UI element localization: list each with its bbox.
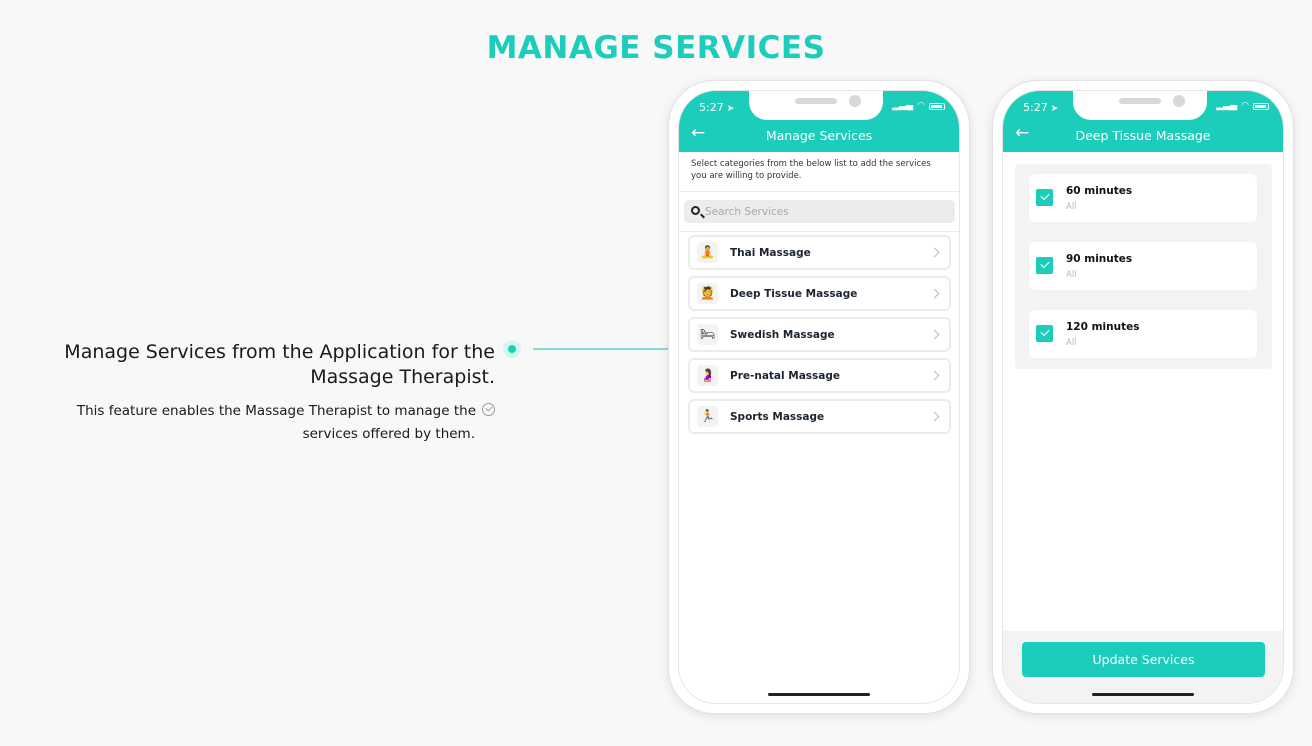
sports-massage-icon: 🏃 [697,406,718,427]
home-indicator [1092,693,1194,696]
page-title: MANAGE SERVICES [486,30,826,66]
services-list: 🧘 Thai Massage 💆 Deep Tissue Massage 🛏 S… [688,235,951,440]
phone-screen: 5:27 ➤ ▂▃▄ ◠ ← Deep Tissue Massage 60 min… [1002,90,1284,704]
service-item-swedish-massage[interactable]: 🛏 Swedish Massage [688,317,951,352]
phone-manage-services: 5:27 ➤ ▂▃▄ ◠ ← Manage Services Select cat… [668,80,970,714]
wifi-icon: ◠ [917,101,925,111]
phone-notch [749,91,883,120]
duration-options-panel: 60 minutes All 90 minutes All 120 minute… [1015,164,1272,369]
signal-icon: ▂▃▄ [892,101,914,111]
pre-natal-massage-icon: 🤰 [697,365,718,386]
speaker [1119,98,1161,104]
screen-title: Manage Services [765,128,873,143]
option-sub: All [1066,338,1077,348]
phone-notch [1073,91,1207,120]
app-header: 5:27 ➤ ▂▃▄ ◠ ← Deep Tissue Massage [1003,91,1283,152]
wifi-icon: ◠ [1241,101,1249,111]
connector-line [533,348,673,350]
service-item-thai-massage[interactable]: 🧘 Thai Massage [688,235,951,270]
thai-massage-icon: 🧘 [697,242,718,263]
phone-deep-tissue-massage: 5:27 ➤ ▂▃▄ ◠ ← Deep Tissue Massage 60 min… [992,80,1294,714]
chevron-right-icon [929,329,940,340]
location-arrow-icon: ➤ [726,104,735,114]
home-indicator [768,693,870,696]
checkbox-checked-icon[interactable] [1036,325,1053,342]
chevron-right-icon [929,370,940,381]
battery-icon [929,102,945,110]
screen-title: Deep Tissue Massage [1075,128,1211,143]
update-services-button[interactable]: Update Services [1022,642,1265,677]
option-title: 60 minutes [1066,185,1133,197]
swedish-massage-icon: 🛏 [697,324,718,345]
feature-desc-line: This feature enables the Massage Therapi… [76,403,476,419]
option-title: 120 minutes [1066,321,1140,333]
status-time: 5:27 ➤ [699,101,735,114]
option-sub: All [1066,202,1077,212]
camera [1173,95,1185,107]
status-icons: ▂▃▄ ◠ [1216,101,1269,111]
duration-option-90[interactable]: 90 minutes All [1029,242,1257,290]
chevron-right-icon [929,411,940,422]
app-header: 5:27 ➤ ▂▃▄ ◠ ← Manage Services [679,91,959,152]
camera [849,95,861,107]
location-arrow-icon: ➤ [1050,104,1059,114]
connector-dot [503,340,521,358]
service-label: Swedish Massage [730,329,835,341]
checkbox-checked-icon[interactable] [1036,257,1053,274]
feature-heading: Manage Services from the Application for… [40,340,495,390]
status-time: 5:27 ➤ [1023,101,1059,114]
service-label: Sports Massage [730,411,825,423]
feature-desc-line: services offered by them. [302,426,475,442]
duration-option-60[interactable]: 60 minutes All [1029,174,1257,222]
feature-heading-line: Massage Therapist. [310,366,495,388]
speaker [795,98,837,104]
chevron-right-icon [929,288,940,299]
checkbox-checked-icon[interactable] [1036,189,1053,206]
service-item-sports-massage[interactable]: 🏃 Sports Massage [688,399,951,434]
feature-description: Manage Services from the Application for… [40,340,495,446]
duration-option-120[interactable]: 120 minutes All [1029,310,1257,358]
intro-text: Select categories from the below list to… [679,152,959,192]
service-label: Deep Tissue Massage [730,288,858,300]
chevron-right-icon [929,247,940,258]
feature-desc: This feature enables the Massage Therapi… [40,400,495,446]
service-item-pre-natal-massage[interactable]: 🤰 Pre-natal Massage [688,358,951,393]
service-label: Thai Massage [730,247,811,259]
search-box[interactable] [684,200,955,223]
check-circle-icon [482,403,495,416]
status-icons: ▂▃▄ ◠ [892,101,945,111]
signal-icon: ▂▃▄ [1216,101,1238,111]
deep-tissue-massage-icon: 💆 [697,283,718,304]
feature-heading-line: Manage Services from the Application for… [64,341,495,363]
option-sub: All [1066,270,1077,280]
option-title: 90 minutes [1066,253,1133,265]
phone-screen: 5:27 ➤ ▂▃▄ ◠ ← Manage Services Select cat… [678,90,960,704]
divider [679,231,959,232]
battery-icon [1253,102,1269,110]
search-icon [691,206,700,215]
service-label: Pre-natal Massage [730,370,841,382]
service-item-deep-tissue-massage[interactable]: 💆 Deep Tissue Massage [688,276,951,311]
search-input[interactable] [705,200,947,223]
